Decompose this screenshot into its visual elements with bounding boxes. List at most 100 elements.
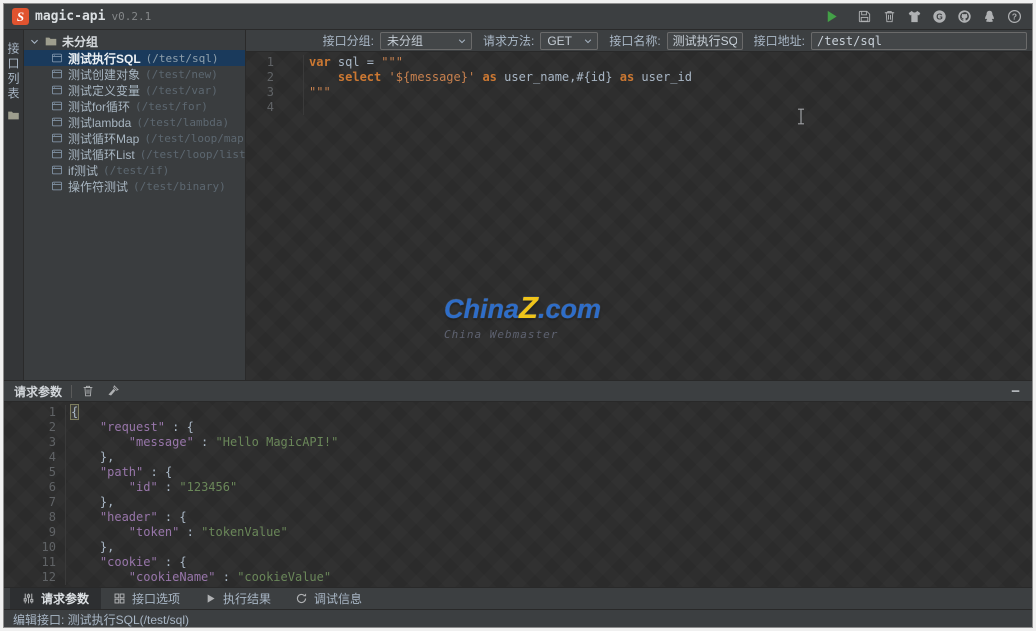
code-line: 7 }, <box>4 495 1032 510</box>
gitee-icon[interactable]: G <box>931 9 947 25</box>
tab-api-options[interactable]: 接口选项 <box>101 588 192 609</box>
code-line: 4 }, <box>4 450 1032 465</box>
chinaz-watermark-logo: ChinaZ.com <box>444 290 601 326</box>
api-path: (/test/binary) <box>133 180 226 193</box>
api-tree-item[interactable]: 测试for循环(/test/for) <box>24 98 245 114</box>
line-number: 10 <box>4 540 66 555</box>
chevron-down-icon <box>29 36 40 47</box>
save-icon[interactable] <box>856 9 872 25</box>
line-number: 1 <box>4 405 66 420</box>
api-tree-item[interactable]: 测试定义变量 (/test/var) <box>24 82 245 98</box>
api-icon <box>51 116 63 128</box>
api-tree-item[interactable]: 测试循环Map(/test/loop/map) <box>24 130 245 146</box>
api-tree-panel: 未分组 测试执行SQL(/test/sql)测试创建对象(/test/new)测… <box>24 30 246 380</box>
code-line: 11 "cookie" : { <box>4 555 1032 570</box>
request-params-lines: 1{2 "request" : {3 "message" : "Hello Ma… <box>4 405 1032 585</box>
line-number: 7 <box>4 495 66 510</box>
magic-api-window: S magic-api v0.2.1 G? 接口列表 未分组 测试执行SQL(/… <box>3 3 1033 628</box>
group-select-value: 未分组 <box>387 32 457 49</box>
tab-run-result[interactable]: 执行结果 <box>192 588 283 609</box>
main-area: 接口列表 未分组 测试执行SQL(/test/sql)测试创建对象(/test/… <box>4 30 1032 380</box>
code-line: 6 "id" : "123456" <box>4 480 1032 495</box>
line-number: 4 <box>246 100 304 115</box>
script-editor[interactable]: 1var sql = """2 select '${message}' as u… <box>246 52 1032 380</box>
line-number: 3 <box>4 435 66 450</box>
group-name: 未分组 <box>62 33 98 50</box>
watermark-china: China <box>444 294 519 324</box>
group-select[interactable]: 未分组 <box>380 32 472 50</box>
api-toolbar: 接口分组: 未分组 请求方法: GET 接口名称: 接口地址: <box>246 30 1032 52</box>
api-tree-items: 测试执行SQL(/test/sql)测试创建对象(/test/new)测试定义变… <box>24 50 245 194</box>
api-tree-item[interactable]: 测试lambda (/test/lambda) <box>24 114 245 130</box>
tab-label: 调试信息 <box>314 590 362 607</box>
code-line: 12 "cookieName" : "cookieValue" <box>4 570 1032 585</box>
clean-icon[interactable] <box>106 384 121 399</box>
api-tree-item[interactable]: 测试循环List(/test/loop/list) <box>24 146 245 162</box>
tree-group-row[interactable]: 未分组 <box>24 33 245 50</box>
status-text: 编辑接口: 测试执行SQL(/test/sql) <box>13 611 189 628</box>
delete-icon[interactable] <box>881 9 897 25</box>
tab-request-params[interactable]: 请求参数 <box>10 588 101 609</box>
api-path: (/test/new) <box>145 68 218 81</box>
api-name: 测试定义变量 <box>68 82 140 99</box>
group-label: 接口分组: <box>323 32 374 49</box>
minimize-button[interactable]: − <box>1011 384 1020 399</box>
api-name: if测试 <box>68 162 98 179</box>
api-icon <box>51 84 63 96</box>
api-name: 测试循环List <box>68 146 135 163</box>
api-path-label: 接口地址: <box>754 32 805 49</box>
folder-icon <box>44 35 58 48</box>
watermark-z: Z <box>519 290 538 325</box>
screenshot-frame: S magic-api v0.2.1 G? 接口列表 未分组 测试执行SQL(/… <box>0 0 1036 631</box>
api-tree-item[interactable]: 操作符测试(/test/binary) <box>24 178 245 194</box>
api-path-input[interactable] <box>811 32 1027 50</box>
line-number: 8 <box>4 510 66 525</box>
status-bar: 编辑接口: 测试执行SQL(/test/sql) <box>4 609 1032 628</box>
divider <box>71 385 72 398</box>
api-icon <box>51 132 63 144</box>
line-number: 1 <box>246 55 304 70</box>
folder-icon <box>7 109 20 122</box>
run-icon[interactable] <box>823 9 839 25</box>
line-number: 12 <box>4 570 66 585</box>
api-path: (/test/lambda) <box>136 116 229 129</box>
editor-pane: 接口分组: 未分组 请求方法: GET 接口名称: 接口地址: <box>246 30 1032 380</box>
svg-text:?: ? <box>1011 12 1016 22</box>
params-panel-title: 请求参数 <box>14 383 62 400</box>
qq-icon[interactable] <box>981 9 997 25</box>
chevron-down-icon <box>583 36 593 46</box>
method-select[interactable]: GET <box>540 32 598 50</box>
line-number: 2 <box>246 70 304 85</box>
api-path: (/test/var) <box>145 84 218 97</box>
trash-icon[interactable] <box>81 384 96 399</box>
tab-label: 接口选项 <box>132 590 180 607</box>
app-title: magic-api <box>35 9 105 24</box>
line-number: 2 <box>4 420 66 435</box>
api-tree-item[interactable]: 测试执行SQL(/test/sql) <box>24 50 245 66</box>
code-line: 8 "header" : { <box>4 510 1032 525</box>
result-icon <box>204 592 217 605</box>
line-number: 5 <box>4 465 66 480</box>
script-editor-lines: 1var sql = """2 select '${message}' as u… <box>246 55 1032 115</box>
api-name: 测试lambda <box>68 114 131 131</box>
help-icon[interactable]: ? <box>1006 9 1022 25</box>
api-tree-item[interactable]: 测试创建对象(/test/new) <box>24 66 245 82</box>
vertical-tab-label: 接口列表 <box>5 42 22 102</box>
text-cursor-icon <box>796 108 806 125</box>
api-tree-item[interactable]: if测试(/test/if) <box>24 162 245 178</box>
vertical-tab-api-list[interactable]: 接口列表 <box>4 30 24 380</box>
request-params-editor[interactable]: 1{2 "request" : {3 "message" : "Hello Ma… <box>4 402 1032 587</box>
api-name-label: 接口名称: <box>609 32 660 49</box>
api-name-input[interactable] <box>667 32 743 50</box>
code-line: 3""" <box>246 85 1032 100</box>
api-icon <box>51 148 63 160</box>
api-icon <box>51 180 63 192</box>
tab-debug-info[interactable]: 调试信息 <box>283 588 374 609</box>
titlebar-icons: G? <box>823 9 1022 25</box>
line-number: 4 <box>4 450 66 465</box>
github-icon[interactable] <box>956 9 972 25</box>
api-path: (/test/loop/map) <box>144 132 246 145</box>
theme-icon[interactable] <box>906 9 922 25</box>
api-icon <box>51 52 63 64</box>
app-logo: S <box>12 8 29 25</box>
